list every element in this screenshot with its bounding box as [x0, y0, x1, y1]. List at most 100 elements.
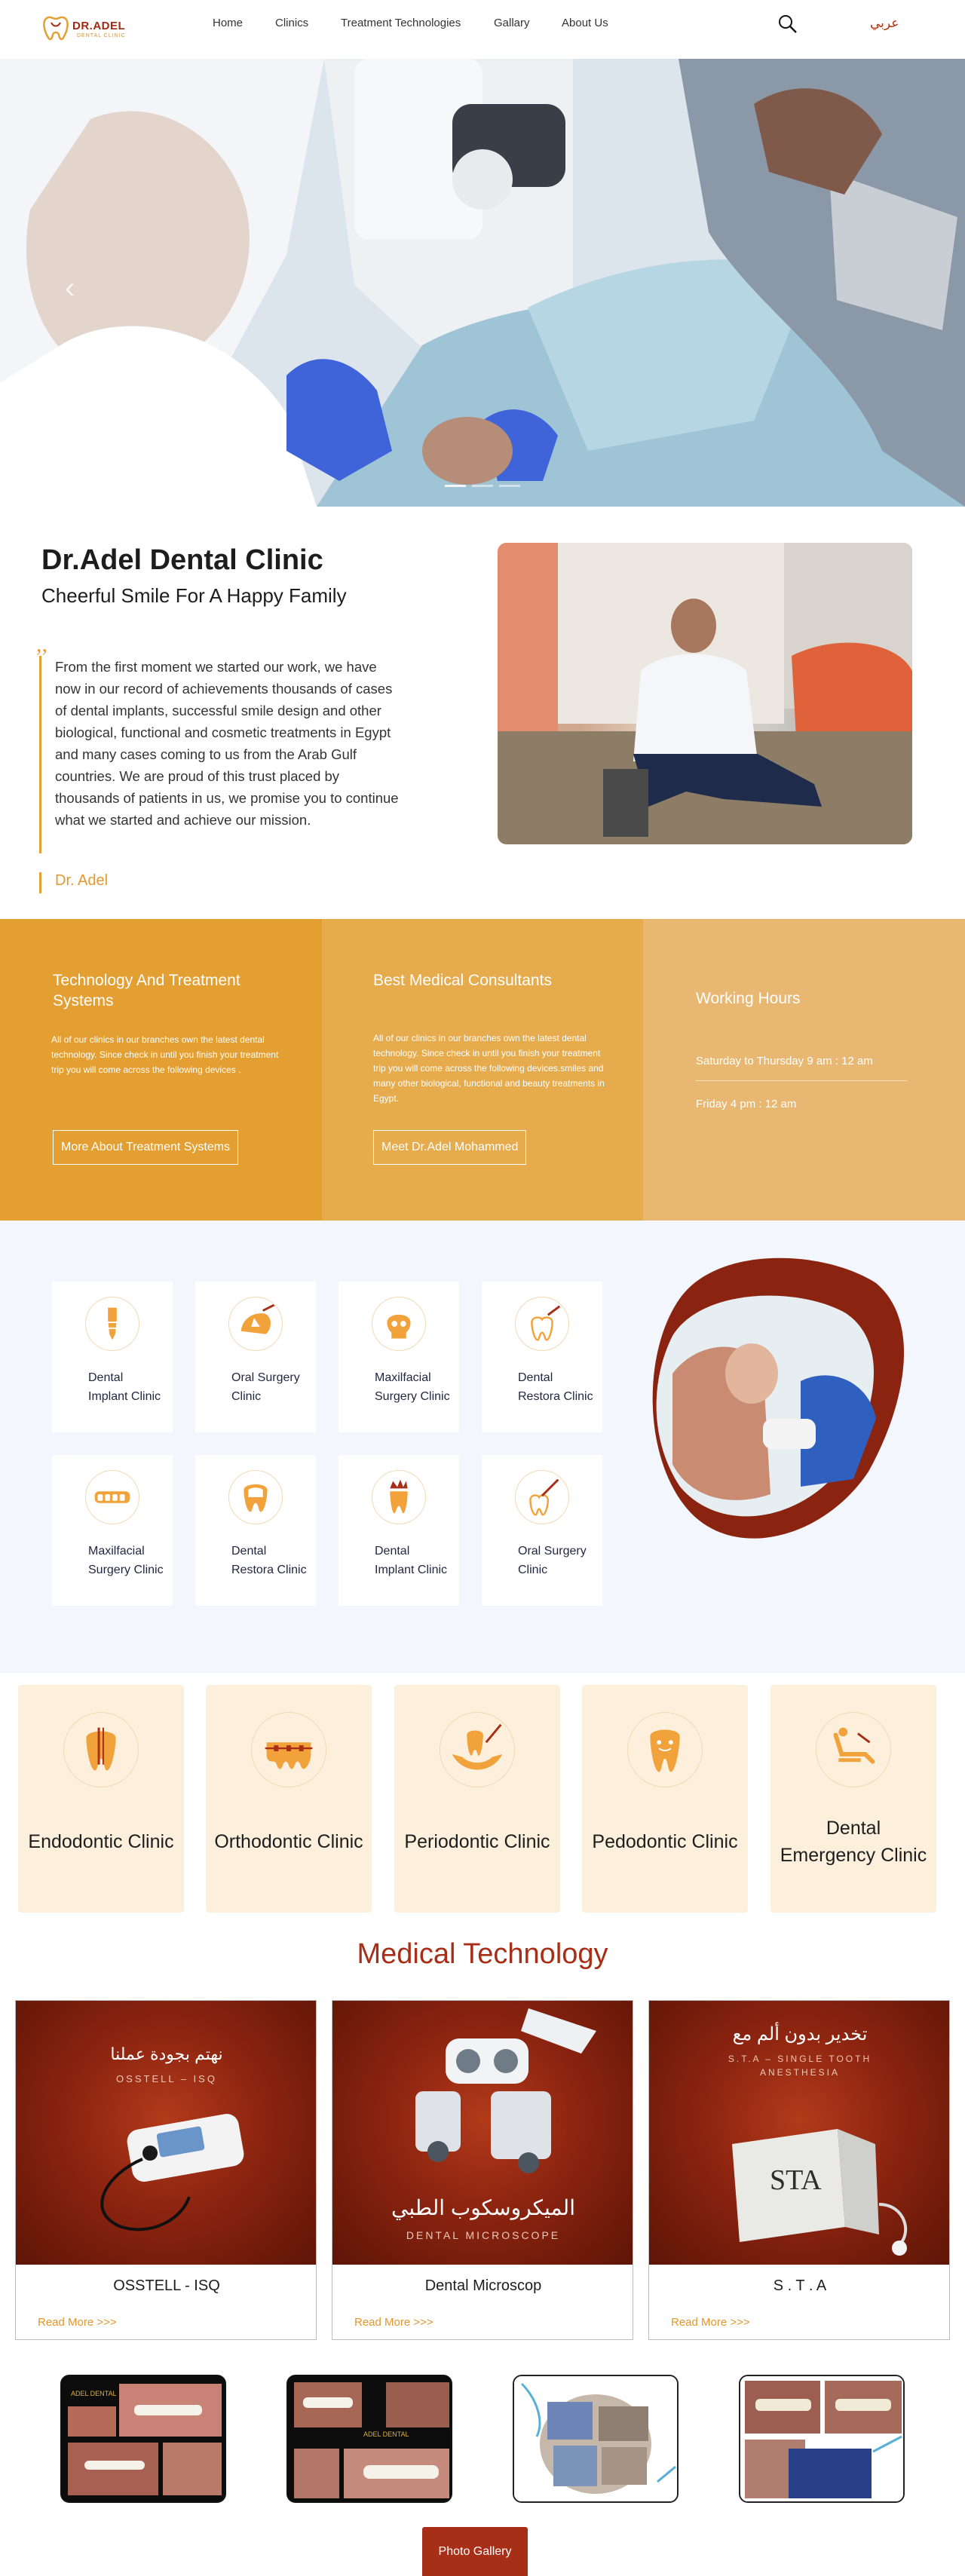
osstell-device-icon [100, 2114, 244, 2231]
microscope-image: الميكروسكوب الطبي DENTAL MICROSCOPE [332, 2001, 633, 2265]
restoration-icon [515, 1297, 569, 1351]
crown-tooth-icon [372, 1470, 426, 1524]
working-hours-weekdays: Saturday to Thursday 9 am : 12 am [696, 1055, 873, 1067]
specialty-label: Pedodontic Clinic [592, 1831, 738, 1852]
clinic-card[interactable]: Maxilfacial Surgery Clinic [339, 1282, 459, 1432]
sta-device-icon: STA [732, 2129, 908, 2256]
read-more-link[interactable]: Read More >>> [354, 2316, 433, 2329]
clinic-card[interactable]: Maxilfacial Surgery Clinic [52, 1455, 173, 1606]
clinic-label: Oral Surgery Clinic [518, 1545, 587, 1576]
microscope-device-icon [415, 2008, 596, 2173]
search-icon [779, 15, 797, 33]
slide-indicator-3[interactable] [499, 485, 520, 487]
gum-tooth-icon [440, 1712, 515, 1787]
about-signature: Dr. Adel [39, 872, 108, 893]
about-paragraph: From the first moment we started our wor… [39, 656, 401, 853]
sta-arabic-caption: تخدير بدون ألم مع [732, 2024, 868, 2045]
implant-icon [85, 1297, 139, 1351]
consultants-panel: Best Medical Consultants All of our clin… [322, 919, 643, 1221]
technology-title: Technology And Treatment Systems [53, 972, 240, 1009]
svg-text:STA: STA [770, 2164, 822, 2196]
clinic-card[interactable]: Dental Implant Clinic [52, 1282, 173, 1432]
specialty-label: Dental Emergency Clinic [780, 1818, 927, 1866]
meet-doctor-button[interactable]: Meet Dr.Adel Mohammed [373, 1130, 527, 1165]
root-canal-icon [63, 1712, 139, 1787]
nav-gallery[interactable]: Gallary [494, 17, 530, 29]
molar-icon [228, 1470, 283, 1524]
specialty-card[interactable]: Endodontic Clinic [18, 1685, 184, 1913]
working-hours-friday: Friday 4 pm : 12 am [696, 1098, 797, 1110]
sta-image-caption: S.T.A – SINGLE TOOTH ANESTHESIA [728, 2054, 872, 2078]
microscope-image-caption: DENTAL MICROSCOPE [406, 2229, 561, 2241]
about-title: Dr.Adel Dental Clinic [41, 544, 323, 576]
osstell-arabic-caption: نهتم بجودة عملنا [110, 2045, 223, 2063]
specialty-label: Endodontic Clinic [28, 1831, 174, 1852]
osstell-image-caption: OSSTELL – ISQ [116, 2073, 217, 2084]
slide-indicator-2[interactable] [472, 485, 493, 487]
clinic-card[interactable]: Dental Restora Clinic [195, 1455, 316, 1606]
clinic-label: Dental Restora Clinic [231, 1545, 307, 1576]
working-hours-title: Working Hours [696, 990, 801, 1007]
technology-card[interactable]: نهتم بجودة عملنا OSSTELL – ISQ OSSTELL -… [15, 2000, 317, 2340]
clinic-card[interactable]: Dental Implant Clinic [339, 1455, 459, 1606]
osstell-image: نهتم بجودة عملنا OSSTELL – ISQ [16, 2001, 316, 2265]
clinic-label: Dental Implant Clinic [88, 1371, 161, 1403]
tooth-logo-icon [43, 16, 69, 41]
gallery-thumbnail[interactable]: ADEL DENTAL [60, 2375, 226, 2503]
gallery-thumbnail[interactable]: ADEL DENTAL [286, 2375, 452, 2503]
technology-name: Dental Microscop [424, 2277, 542, 2294]
nav-home[interactable]: Home [213, 17, 243, 29]
braces-icon [251, 1712, 326, 1787]
slide-indicator-1[interactable] [445, 485, 466, 487]
hero-image [0, 59, 965, 507]
about-subtitle: Cheerful Smile For A Happy Family [41, 584, 347, 607]
gallery-thumb-label: ADEL DENTAL [71, 2390, 117, 2397]
oral-surgery-icon [228, 1297, 283, 1351]
hero-prev-icon[interactable]: ‹ [65, 271, 75, 305]
read-more-link[interactable]: Read More >>> [38, 2316, 117, 2329]
specialty-card[interactable]: Dental Emergency Clinic [770, 1685, 936, 1913]
logo[interactable]: DR.ADEL DENTAL CLINIC [41, 11, 139, 47]
doctor-photo [498, 543, 912, 844]
gallery-thumbnail[interactable] [513, 2375, 679, 2503]
specialty-card[interactable]: Pedodontic Clinic [582, 1685, 748, 1913]
technology-text: All of our clinics in our branches own t… [51, 1034, 279, 1075]
logo-subtext: DENTAL CLINIC [77, 33, 126, 38]
logo-text: DR.ADEL [72, 20, 126, 32]
specialty-label: Orthodontic Clinic [214, 1831, 363, 1852]
child-tooth-icon [627, 1712, 703, 1787]
nav-clinics[interactable]: Clinics [275, 17, 308, 29]
clinic-label: Oral Surgery Clinic [231, 1371, 300, 1403]
more-about-treatment-button[interactable]: More About Treatment Systems [53, 1130, 239, 1165]
consultants-title: Best Medical Consultants [373, 972, 552, 989]
working-hours-panel: Working Hours Saturday to Thursday 9 am … [643, 919, 965, 1221]
technology-name: S . T . A [773, 2277, 827, 2294]
clinic-card[interactable]: Dental Restora Clinic [482, 1282, 602, 1432]
clinic-card[interactable]: Oral Surgery Clinic [482, 1455, 602, 1606]
medical-technology-title: Medical Technology [357, 1938, 608, 1970]
clinic-card[interactable]: Oral Surgery Clinic [195, 1282, 316, 1432]
nav-treatment-technologies[interactable]: Treatment Technologies [341, 17, 461, 29]
clinic-label: Maxilfacial Surgery Clinic [375, 1371, 450, 1403]
clinic-label: Maxilfacial Surgery Clinic [88, 1545, 164, 1576]
quote-icon: ,, [36, 632, 47, 657]
clinic-label: Dental Implant Clinic [375, 1545, 448, 1576]
technology-panel: Technology And Treatment Systems All of … [0, 919, 322, 1221]
gallery-thumb-label: ADEL DENTAL [363, 2431, 409, 2438]
language-switch[interactable]: عربي [870, 16, 899, 31]
clinic-photo-blob [650, 1253, 921, 1554]
tooth-drill-icon [515, 1470, 569, 1524]
technology-card[interactable]: تخدير بدون ألم مع S.T.A – SINGLE TOOTH A… [648, 2000, 950, 2340]
teeth-row-icon [85, 1470, 139, 1524]
sta-image: تخدير بدون ألم مع S.T.A – SINGLE TOOTH A… [649, 2001, 949, 2265]
specialty-label: Periodontic Clinic [404, 1831, 550, 1852]
gallery-thumbnail[interactable] [739, 2375, 905, 2503]
read-more-link[interactable]: Read More >>> [671, 2316, 750, 2329]
specialty-card[interactable]: Periodontic Clinic [394, 1685, 560, 1913]
nav-about-us[interactable]: About Us [562, 17, 608, 29]
specialty-card[interactable]: Orthodontic Clinic [206, 1685, 372, 1913]
photo-gallery-button[interactable]: Photo Gallery [422, 2527, 528, 2576]
search-button[interactable] [777, 13, 799, 35]
technology-card[interactable]: الميكروسكوب الطبي DENTAL MICROSCOPE Dent… [332, 2000, 633, 2340]
divider [696, 1080, 907, 1081]
